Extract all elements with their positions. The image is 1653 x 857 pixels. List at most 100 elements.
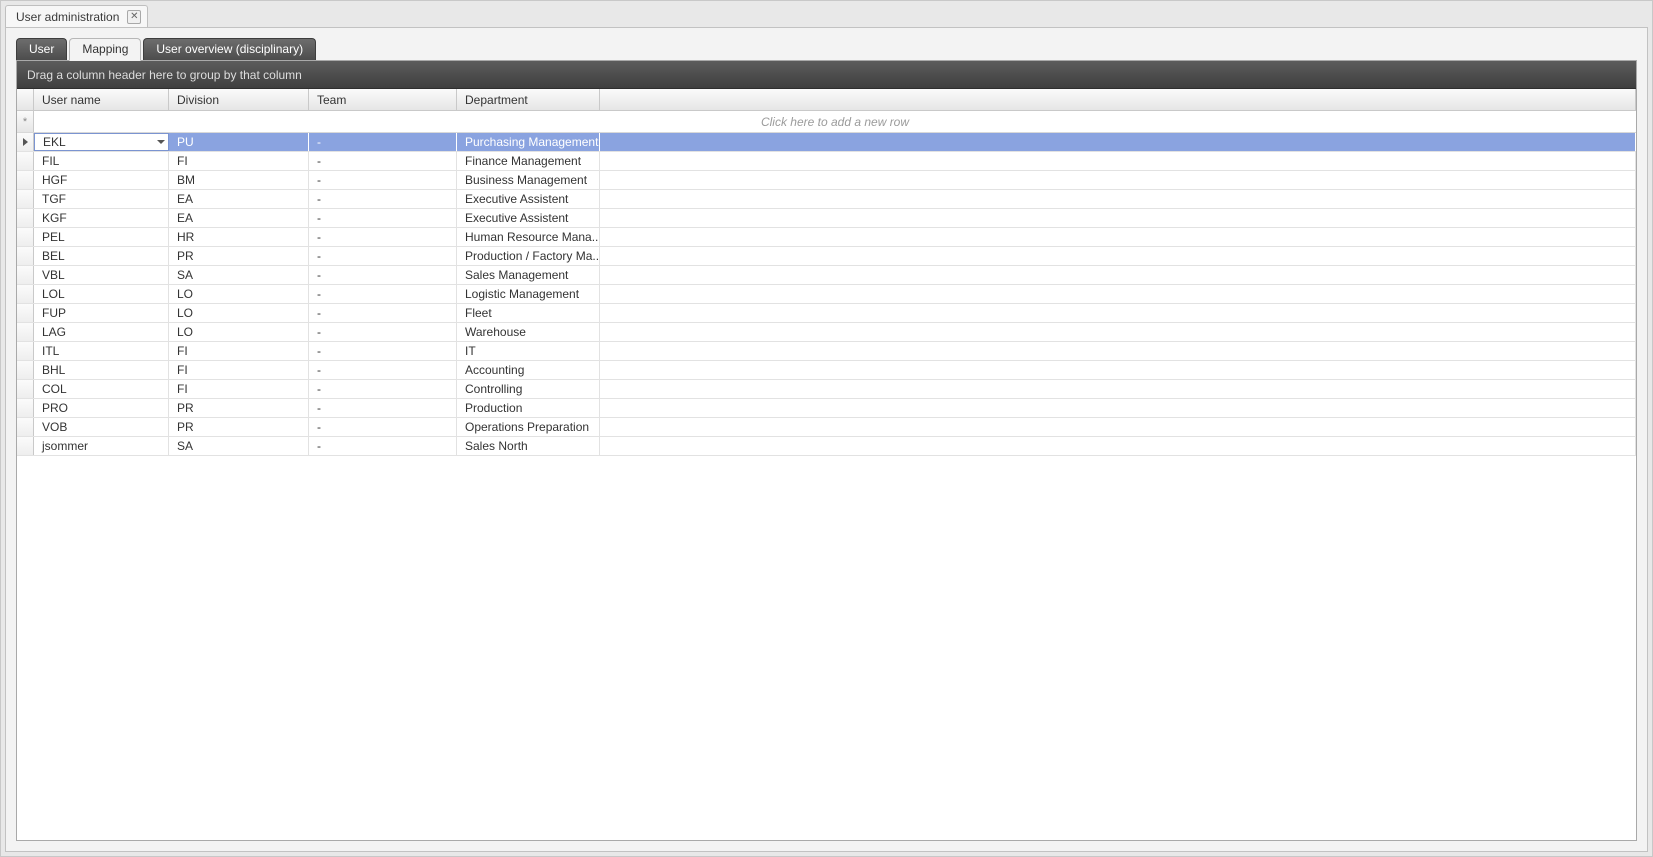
column-header-team[interactable]: Team (309, 89, 457, 110)
cell-user-name[interactable]: COL (34, 380, 169, 398)
table-row[interactable]: TGFEA-Executive Assistent (17, 190, 1636, 209)
cell-department[interactable]: Sales Management (457, 266, 600, 284)
cell-user-name[interactable]: PEL (34, 228, 169, 246)
cell-division[interactable]: SA (169, 437, 309, 455)
cell-team[interactable]: - (309, 399, 457, 417)
column-header-department[interactable]: Department (457, 89, 600, 110)
cell-user-name[interactable]: VOB (34, 418, 169, 436)
cell-team[interactable]: - (309, 285, 457, 303)
cell-department[interactable]: Operations Preparation (457, 418, 600, 436)
tab-user[interactable]: User (16, 38, 67, 61)
cell-department[interactable]: Logistic Management (457, 285, 600, 303)
cell-department[interactable]: Sales North (457, 437, 600, 455)
table-row[interactable]: FUPLO-Fleet (17, 304, 1636, 323)
table-row[interactable]: KGFEA-Executive Assistent (17, 209, 1636, 228)
table-row[interactable]: EKLPU-Purchasing Management (17, 133, 1636, 152)
cell-division[interactable]: FI (169, 152, 309, 170)
close-icon[interactable]: ✕ (127, 10, 141, 24)
cell-division[interactable]: SA (169, 266, 309, 284)
cell-user-name[interactable]: ITL (34, 342, 169, 360)
cell-user-name[interactable]: FIL (34, 152, 169, 170)
column-header-user-name[interactable]: User name (34, 89, 169, 110)
cell-user-name[interactable]: PRO (34, 399, 169, 417)
cell-user-name[interactable]: jsommer (34, 437, 169, 455)
cell-user-name[interactable]: EKL (34, 133, 169, 151)
cell-department[interactable]: Executive Assistent (457, 209, 600, 227)
cell-team[interactable]: - (309, 361, 457, 379)
table-row[interactable]: BHLFI-Accounting (17, 361, 1636, 380)
cell-department[interactable]: Warehouse (457, 323, 600, 341)
cell-user-name[interactable]: BEL (34, 247, 169, 265)
tab-mapping[interactable]: Mapping (69, 38, 141, 61)
cell-department[interactable]: IT (457, 342, 600, 360)
document-tabstrip: User administration ✕ (5, 5, 148, 27)
table-row[interactable]: COLFI-Controlling (17, 380, 1636, 399)
cell-division[interactable]: FI (169, 380, 309, 398)
table-row[interactable]: PROPR-Production (17, 399, 1636, 418)
cell-team[interactable]: - (309, 380, 457, 398)
cell-division[interactable]: HR (169, 228, 309, 246)
document-tab-user-administration[interactable]: User administration ✕ (5, 5, 148, 27)
cell-team[interactable]: - (309, 228, 457, 246)
cell-department[interactable]: Executive Assistent (457, 190, 600, 208)
cell-division[interactable]: FI (169, 361, 309, 379)
cell-division[interactable]: FI (169, 342, 309, 360)
cell-team[interactable]: - (309, 323, 457, 341)
cell-user-name[interactable]: VBL (34, 266, 169, 284)
cell-department[interactable]: Purchasing Management (457, 133, 600, 151)
cell-division[interactable]: LO (169, 304, 309, 322)
cell-user-name[interactable]: FUP (34, 304, 169, 322)
table-row[interactable]: PELHR-Human Resource Mana... (17, 228, 1636, 247)
cell-department[interactable]: Accounting (457, 361, 600, 379)
cell-team[interactable]: - (309, 209, 457, 227)
cell-division[interactable]: BM (169, 171, 309, 189)
cell-department[interactable]: Finance Management (457, 152, 600, 170)
cell-department[interactable]: Production / Factory Ma... (457, 247, 600, 265)
cell-department[interactable]: Business Management (457, 171, 600, 189)
table-row[interactable]: VBLSA-Sales Management (17, 266, 1636, 285)
cell-user-name[interactable]: LAG (34, 323, 169, 341)
chevron-down-icon[interactable] (157, 140, 165, 144)
cell-user-name[interactable]: BHL (34, 361, 169, 379)
table-row[interactable]: LAGLO-Warehouse (17, 323, 1636, 342)
cell-user-name[interactable]: TGF (34, 190, 169, 208)
cell-user-name[interactable]: HGF (34, 171, 169, 189)
cell-empty (600, 190, 1636, 208)
cell-division[interactable]: EA (169, 190, 309, 208)
table-row[interactable]: jsommerSA-Sales North (17, 437, 1636, 456)
cell-team[interactable]: - (309, 152, 457, 170)
table-row[interactable]: ITLFI-IT (17, 342, 1636, 361)
table-row[interactable]: BELPR-Production / Factory Ma... (17, 247, 1636, 266)
cell-team[interactable]: - (309, 437, 457, 455)
cell-division[interactable]: LO (169, 323, 309, 341)
column-header-division[interactable]: Division (169, 89, 309, 110)
cell-department[interactable]: Fleet (457, 304, 600, 322)
cell-team[interactable]: - (309, 247, 457, 265)
cell-division[interactable]: PR (169, 418, 309, 436)
tab-user-overview-disciplinary[interactable]: User overview (disciplinary) (143, 38, 316, 61)
cell-division[interactable]: LO (169, 285, 309, 303)
grid-body[interactable]: EKLPU-Purchasing ManagementFILFI-Finance… (17, 133, 1636, 840)
cell-department[interactable]: Human Resource Mana... (457, 228, 600, 246)
cell-team[interactable]: - (309, 190, 457, 208)
cell-division[interactable]: PR (169, 399, 309, 417)
cell-department[interactable]: Production (457, 399, 600, 417)
cell-division[interactable]: EA (169, 209, 309, 227)
cell-division[interactable]: PR (169, 247, 309, 265)
table-row[interactable]: FILFI-Finance Management (17, 152, 1636, 171)
table-row[interactable]: VOBPR-Operations Preparation (17, 418, 1636, 437)
cell-team[interactable]: - (309, 133, 457, 151)
cell-team[interactable]: - (309, 418, 457, 436)
cell-user-name[interactable]: KGF (34, 209, 169, 227)
group-by-panel[interactable]: Drag a column header here to group by th… (17, 61, 1636, 89)
cell-division[interactable]: PU (169, 133, 309, 151)
cell-team[interactable]: - (309, 342, 457, 360)
cell-team[interactable]: - (309, 266, 457, 284)
table-row[interactable]: HGFBM-Business Management (17, 171, 1636, 190)
new-row[interactable]: * Click here to add a new row (17, 111, 1636, 133)
cell-user-name[interactable]: LOL (34, 285, 169, 303)
cell-department[interactable]: Controlling (457, 380, 600, 398)
cell-team[interactable]: - (309, 171, 457, 189)
cell-team[interactable]: - (309, 304, 457, 322)
table-row[interactable]: LOLLO-Logistic Management (17, 285, 1636, 304)
